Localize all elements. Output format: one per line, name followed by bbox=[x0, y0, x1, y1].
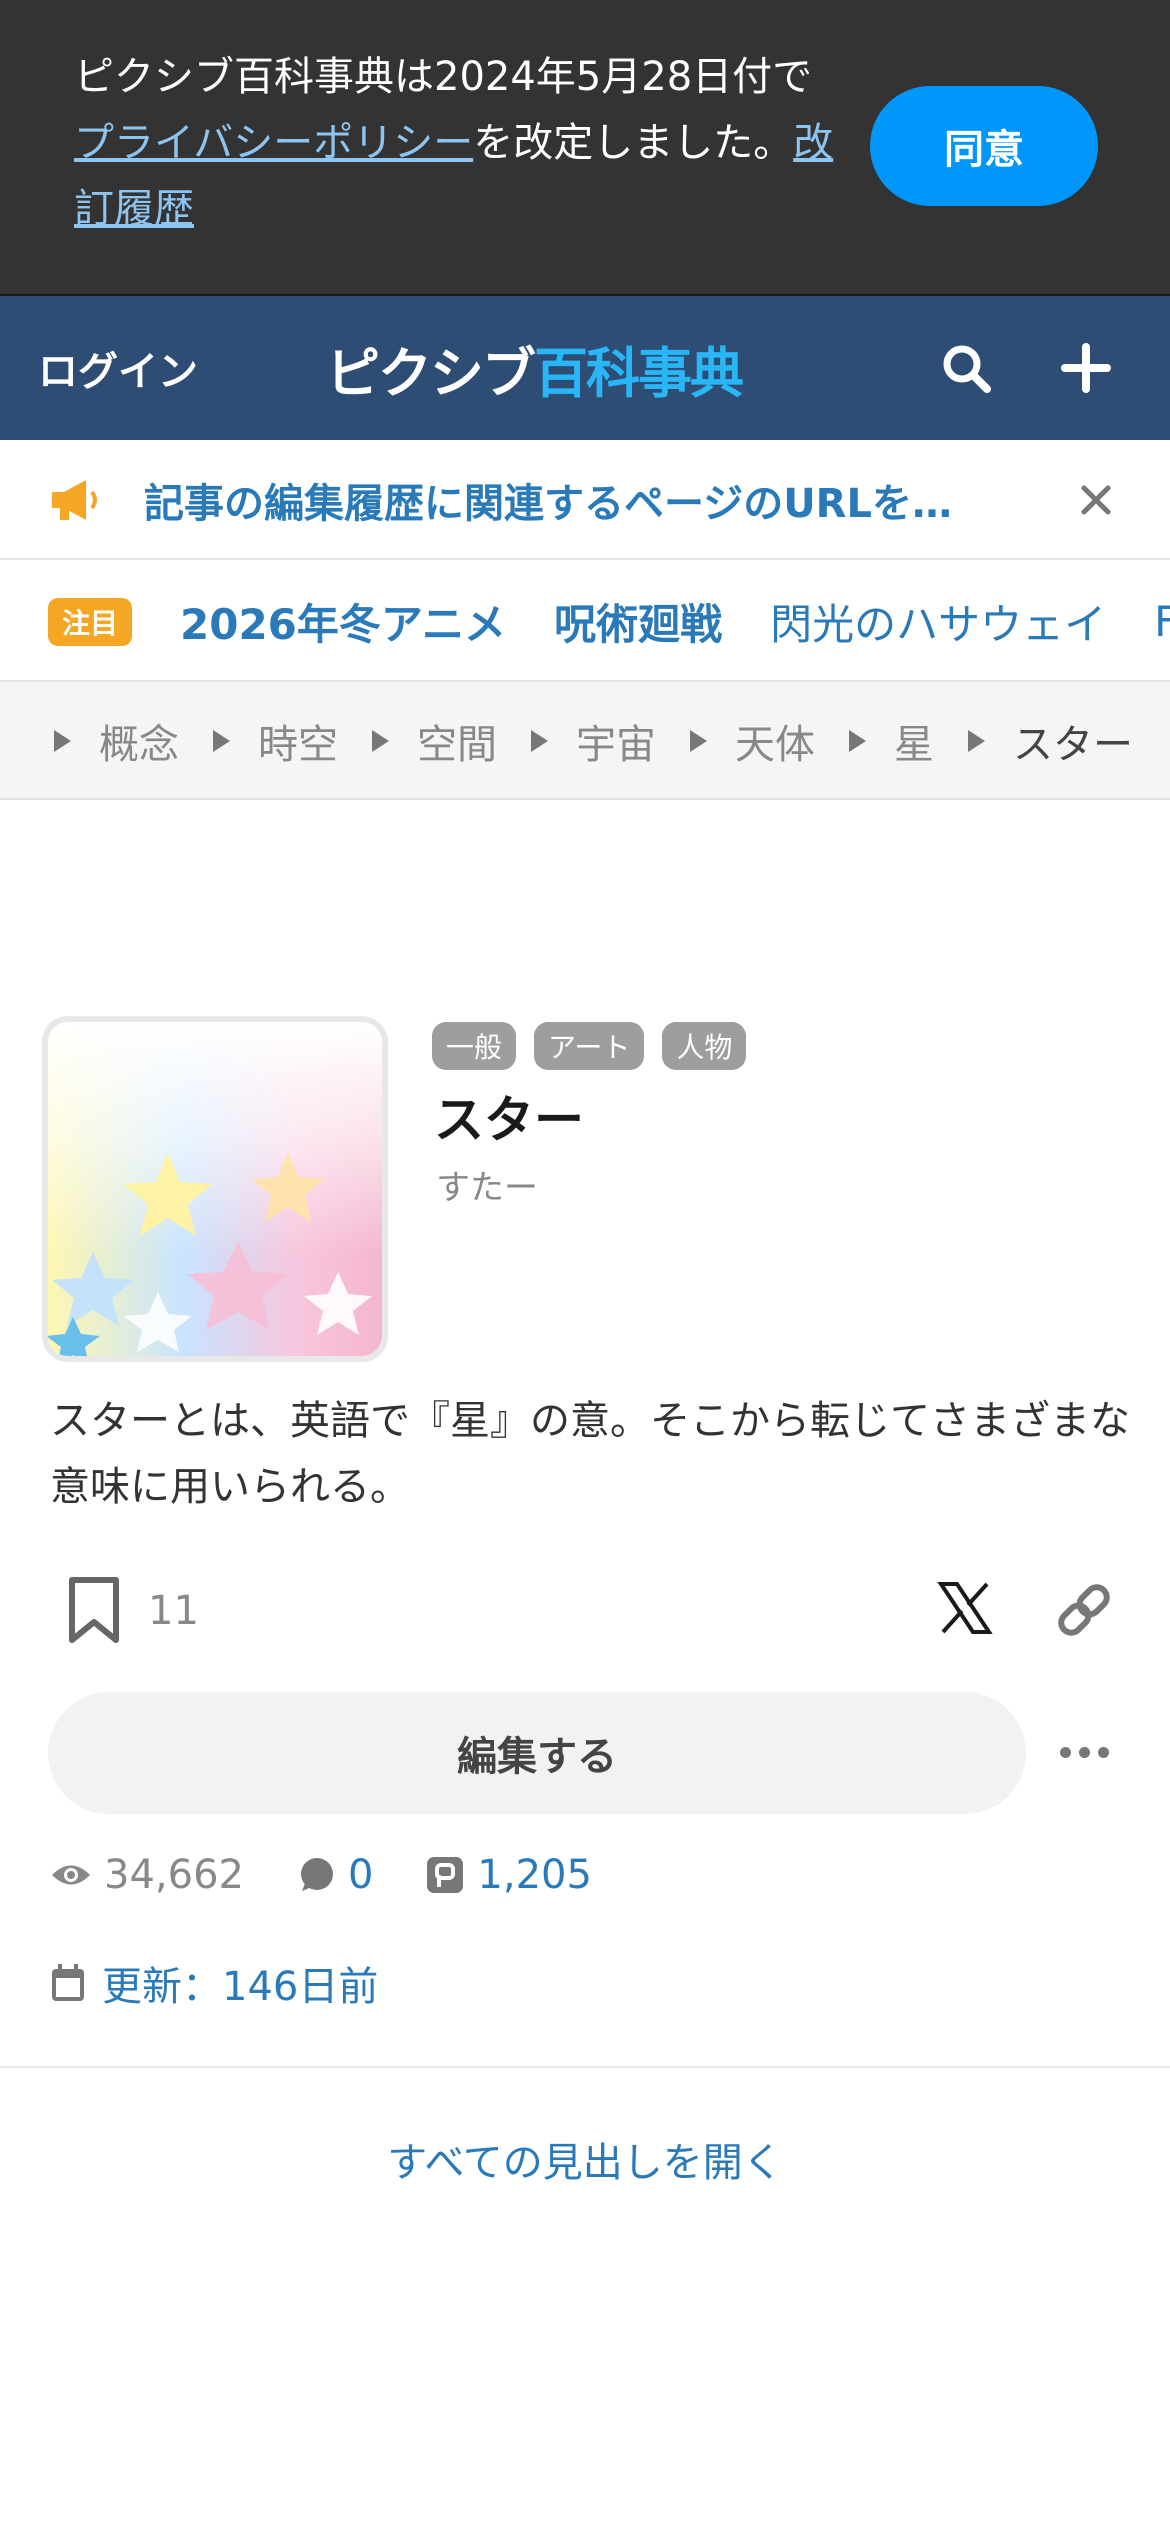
category-tags: 一般 アート 人物 bbox=[432, 1022, 747, 1070]
article-thumbnail[interactable] bbox=[42, 1016, 388, 1362]
article-stats: 34,662 0 1,205 bbox=[50, 1852, 644, 1898]
breadcrumb-item[interactable]: 天体 bbox=[690, 712, 815, 770]
privacy-policy-link[interactable]: プライバシーポリシー bbox=[74, 120, 473, 166]
breadcrumb-item[interactable]: 時空 bbox=[213, 712, 338, 770]
trending-list: 2026年冬アニメ 呪術廻戦 閃光のハサウェイ F bbox=[180, 560, 1170, 680]
consent-text-middle: を改定しました。 bbox=[473, 120, 794, 166]
breadcrumb-item[interactable]: 概念 bbox=[54, 712, 179, 770]
updated-date[interactable]: 更新：146日前 bbox=[50, 1954, 378, 2012]
trending-item[interactable]: 閃光のハサウェイ bbox=[770, 591, 1106, 652]
article-summary: スターとは、英語で『星』の意。そこから転じてさまざまな意味に用いられる。 bbox=[50, 1398, 1130, 1510]
pixiv-works-count[interactable]: 1,205 bbox=[425, 1852, 592, 1898]
bookmark-count: 11 bbox=[148, 1588, 199, 1634]
trending-badge: 注目 bbox=[48, 598, 132, 646]
eye-icon bbox=[52, 1865, 90, 1885]
edit-button[interactable]: 編集する bbox=[48, 1692, 1026, 1814]
breadcrumb-arrow-icon bbox=[372, 730, 389, 752]
x-share-icon[interactable] bbox=[935, 1578, 995, 1638]
article-title: スター bbox=[434, 1091, 584, 1149]
consent-message: ピクシブ百科事典は2024年5月28日付でプライバシーポリシーを改定しました。改… bbox=[74, 44, 834, 242]
copy-link-icon[interactable] bbox=[1052, 1578, 1116, 1642]
pixiv-icon bbox=[427, 1857, 464, 1893]
breadcrumb-arrow-icon bbox=[690, 730, 707, 752]
category-tag[interactable]: アート bbox=[534, 1022, 645, 1070]
breadcrumb-item[interactable]: 空間 bbox=[372, 712, 497, 770]
breadcrumb-arrow-icon bbox=[54, 730, 71, 752]
search-icon[interactable] bbox=[936, 338, 996, 398]
consent-text-before: ピクシブ百科事典は2024年5月28日付で bbox=[74, 54, 813, 100]
article-reading: すたー bbox=[436, 1168, 538, 1208]
breadcrumb-current: スター bbox=[968, 712, 1133, 770]
calendar-icon bbox=[52, 1964, 84, 2001]
close-icon[interactable] bbox=[1076, 480, 1116, 520]
breadcrumb-arrow-icon bbox=[531, 730, 548, 752]
login-link[interactable]: ログイン bbox=[38, 296, 198, 440]
category-tag[interactable]: 人物 bbox=[662, 1022, 747, 1070]
agree-button[interactable]: 同意 bbox=[870, 86, 1098, 206]
bookmark-icon bbox=[69, 1577, 119, 1643]
comment-icon bbox=[300, 1858, 333, 1891]
breadcrumb-arrow-icon bbox=[968, 730, 985, 752]
trending-item[interactable]: 2026年冬アニメ bbox=[180, 591, 506, 652]
breadcrumb-arrow-icon bbox=[213, 730, 230, 752]
section-divider bbox=[0, 2066, 1170, 2068]
notice-bar[interactable]: 記事の編集履歴に関連するページのURLを… bbox=[0, 440, 1170, 560]
site-logo[interactable]: ピクシブ 百科事典 bbox=[326, 296, 744, 440]
privacy-consent-banner: ピクシブ百科事典は2024年5月28日付でプライバシーポリシーを改定しました。改… bbox=[0, 0, 1170, 296]
open-all-headings-link[interactable]: すべての見出しを開く bbox=[0, 2130, 1170, 2188]
site-header: ログイン ピクシブ 百科事典 bbox=[0, 296, 1170, 440]
view-count: 34,662 bbox=[50, 1852, 244, 1898]
logo-encyclopedia-text: 百科事典 bbox=[534, 341, 744, 405]
notice-text[interactable]: 記事の編集履歴に関連するページのURLを… bbox=[144, 440, 1024, 560]
logo-pixiv-text: ピクシブ bbox=[326, 341, 536, 405]
comment-count[interactable]: 0 bbox=[296, 1852, 373, 1898]
trending-item[interactable]: F bbox=[1154, 597, 1170, 646]
plus-icon[interactable] bbox=[1056, 338, 1116, 398]
bookmark-button[interactable]: 11 bbox=[64, 1576, 199, 1646]
breadcrumb: 概念 時空 空間 宇宙 天体 星 スター bbox=[0, 682, 1170, 800]
breadcrumb-arrow-icon bbox=[849, 730, 866, 752]
trending-bar: 注目 2026年冬アニメ 呪術廻戦 閃光のハサウェイ F bbox=[0, 560, 1170, 682]
breadcrumb-item[interactable]: 星 bbox=[849, 712, 934, 770]
category-tag[interactable]: 一般 bbox=[432, 1022, 517, 1070]
breadcrumb-item[interactable]: 宇宙 bbox=[531, 712, 656, 770]
trending-item[interactable]: 呪術廻戦 bbox=[554, 591, 722, 652]
megaphone-icon bbox=[48, 478, 100, 522]
more-options-icon[interactable] bbox=[1052, 1720, 1116, 1784]
